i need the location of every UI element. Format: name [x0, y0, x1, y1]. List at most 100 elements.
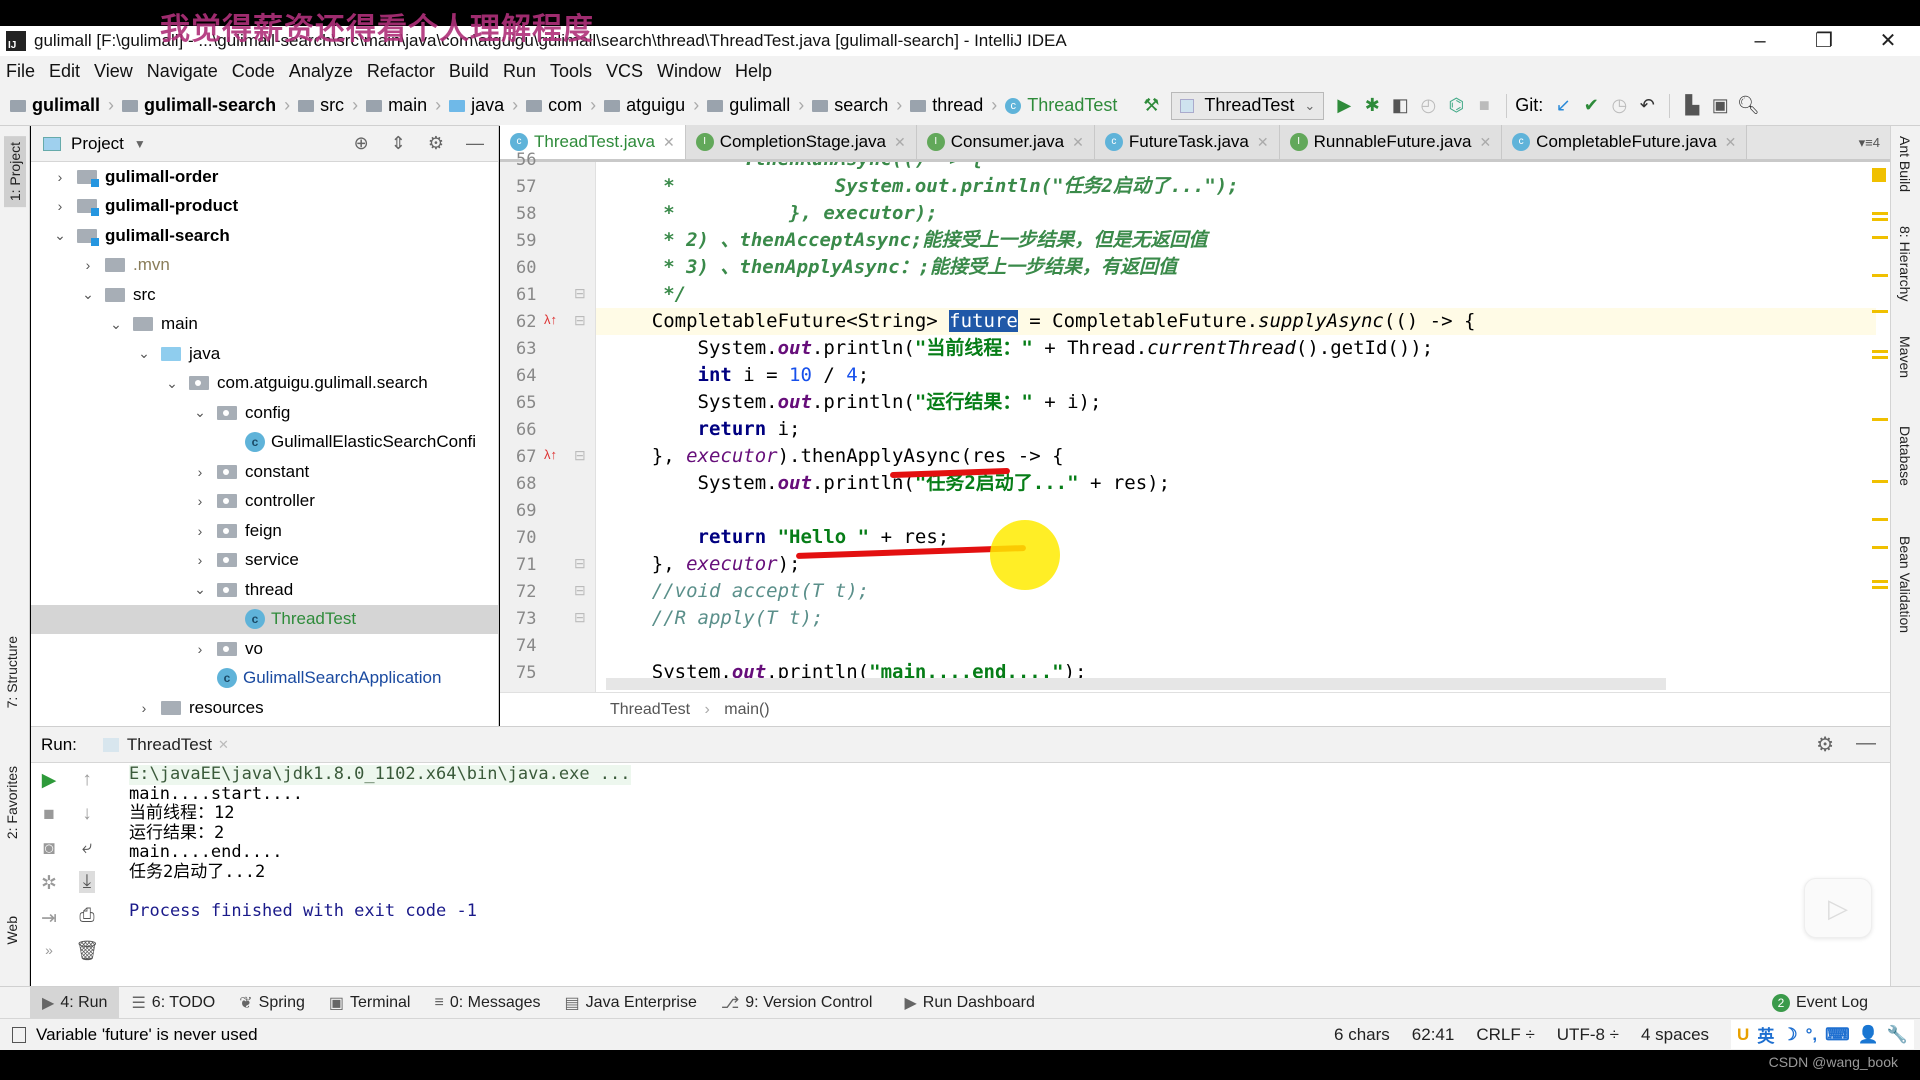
commit-icon[interactable]: ✔	[1577, 95, 1605, 116]
chevron-right-icon[interactable]: ›	[79, 257, 97, 273]
status-toggle-icon[interactable]	[12, 1026, 26, 1043]
tool-6-todo[interactable]: ☰ 6: TODO	[119, 987, 227, 1019]
locate-icon[interactable]: ⊕	[354, 133, 369, 154]
breadcrumb-item[interactable]: c ThreadTest	[1005, 95, 1117, 116]
tree-item[interactable]: ⌄ java	[31, 339, 498, 369]
trash-icon[interactable]: 🗑︎	[75, 939, 99, 963]
tree-item[interactable]: ⌄ com.atguigu.gulimall.search	[31, 369, 498, 399]
close-tab-icon[interactable]: ✕	[1725, 134, 1737, 151]
chevron-down-icon[interactable]: ⌄	[107, 316, 125, 333]
video-player-icon[interactable]: ▷	[1804, 878, 1872, 938]
right-tool-bean-validation[interactable]: Bean Validation	[1897, 536, 1913, 633]
language-icon[interactable]: 英	[1757, 1022, 1774, 1047]
up-arrow-icon[interactable]: ↑	[82, 769, 92, 791]
close-tab-icon[interactable]: ✕	[1257, 134, 1269, 151]
breadcrumb-item[interactable]: search ›	[812, 95, 902, 116]
update-icon[interactable]: ↙	[1549, 95, 1577, 116]
line-separator[interactable]: CRLF ÷	[1476, 1025, 1534, 1045]
tree-item[interactable]: › service	[31, 546, 498, 576]
close-button[interactable]: ✕	[1856, 26, 1920, 56]
gear-icon[interactable]: ⚙	[428, 133, 444, 154]
presentation-icon[interactable]: ▣	[1706, 95, 1734, 116]
dropdown-icon[interactable]: ▼	[134, 137, 146, 151]
fold-icon[interactable]: ⊟	[574, 312, 586, 329]
more-icon[interactable]: »	[45, 942, 53, 958]
down-arrow-icon[interactable]: ↓	[82, 803, 92, 825]
menu-file[interactable]: File	[6, 61, 35, 82]
file-encoding[interactable]: UTF-8 ÷	[1557, 1025, 1619, 1045]
tree-item[interactable]: › resources	[31, 693, 498, 723]
ime-logo-icon[interactable]: U	[1737, 1025, 1749, 1045]
chevron-down-icon[interactable]: ⌄	[191, 404, 209, 421]
breadcrumb-item[interactable]: com ›	[526, 95, 596, 116]
editor-tab[interactable]: I CompletionStage.java ✕	[685, 125, 917, 159]
rerun-icon[interactable]: ▶	[42, 769, 57, 792]
console-output[interactable]: E:\javaEE\java\jdk1.8.0_1102.x64\bin\jav…	[129, 764, 1890, 921]
close-tab-icon[interactable]: ✕	[894, 134, 906, 151]
tree-item[interactable]: ⌄ src	[31, 280, 498, 310]
menu-edit[interactable]: Edit	[49, 61, 80, 82]
chevron-right-icon[interactable]: ›	[135, 700, 153, 716]
tree-item[interactable]: c GulimallSearchApplication	[31, 664, 498, 694]
restore-button[interactable]: ❐	[1792, 26, 1856, 56]
fold-icon[interactable]: ⊟	[574, 609, 586, 626]
history-icon[interactable]: ◷	[1605, 95, 1633, 116]
menu-window[interactable]: Window	[657, 61, 721, 82]
tool-terminal[interactable]: ▣ Terminal	[317, 987, 423, 1019]
menu-code[interactable]: Code	[232, 61, 275, 82]
user-icon[interactable]: 👤	[1858, 1025, 1879, 1045]
moon-icon[interactable]: ☽	[1782, 1025, 1797, 1045]
tool-4-run[interactable]: ▶ 4: Run	[30, 986, 120, 1019]
gear-icon[interactable]: ⚙	[1816, 732, 1834, 757]
tree-item[interactable]: ⌄ thread	[31, 575, 498, 605]
tool-9-version-control[interactable]: ⎇ 9: Version Control	[709, 987, 885, 1019]
chevron-down-icon[interactable]: ⌄	[163, 375, 181, 392]
tree-item[interactable]: › constant	[31, 457, 498, 487]
tree-item[interactable]: › feign	[31, 516, 498, 546]
camera-icon[interactable]: ◙	[43, 838, 54, 860]
chevron-right-icon[interactable]: ›	[191, 552, 209, 568]
wrench-icon[interactable]: 🔧	[1887, 1025, 1908, 1045]
menu-analyze[interactable]: Analyze	[289, 61, 353, 82]
tree-item[interactable]: ⌄ config	[31, 398, 498, 428]
menu-view[interactable]: View	[94, 61, 133, 82]
breadcrumb-item[interactable]: atguigu ›	[604, 95, 699, 116]
stop-icon[interactable]: ■	[1470, 95, 1498, 116]
tool-0-messages[interactable]: ≡ 0: Messages	[422, 987, 552, 1019]
breadcrumb-item[interactable]: thread ›	[910, 95, 997, 116]
menu-refactor[interactable]: Refactor	[367, 61, 435, 82]
horizontal-scrollbar[interactable]	[606, 678, 1666, 690]
coverage-icon[interactable]: ◧	[1386, 95, 1414, 116]
tab-overflow-icon[interactable]: ▾≡4	[1849, 135, 1890, 159]
ime-toolbar[interactable]: U 英 ☽ °, ⌨ 👤 🔧	[1731, 1020, 1914, 1049]
chevron-right-icon[interactable]: ›	[191, 641, 209, 657]
right-tool-database[interactable]: Database	[1897, 426, 1913, 486]
run-config-select[interactable]: ThreadTest ⌄	[1171, 91, 1325, 120]
scroll-to-end-icon[interactable]: ⤓	[78, 871, 96, 893]
chevron-right-icon[interactable]: ›	[191, 464, 209, 480]
chevron-right-icon[interactable]: ›	[191, 493, 209, 509]
web-tool-tab[interactable]: Web	[4, 916, 20, 945]
caret-position[interactable]: 62:41	[1412, 1025, 1455, 1045]
chevron-right-icon[interactable]: ›	[51, 198, 69, 214]
project-tool-tab[interactable]: 1: Project	[4, 136, 26, 208]
editor-tab[interactable]: c FutureTask.java ✕	[1094, 125, 1280, 159]
tool-spring[interactable]: ❦ Spring	[227, 987, 317, 1019]
collapse-all-icon[interactable]: ⇕	[391, 133, 406, 154]
lambda-icon[interactable]: λ↑	[544, 447, 557, 462]
warning-indicator-icon[interactable]	[1872, 168, 1886, 182]
structure-tool-tab[interactable]: 7: Structure	[4, 636, 20, 708]
right-tool-ant-build[interactable]: Ant Build	[1897, 136, 1913, 192]
tree-item[interactable]: c ThreadTest	[31, 604, 498, 634]
print-icon[interactable]: ⎙	[79, 905, 94, 927]
project-structure-icon[interactable]: ▙	[1678, 95, 1706, 116]
editor-tab[interactable]: I Consumer.java ✕	[916, 125, 1095, 159]
chevron-right-icon[interactable]: ›	[191, 523, 209, 539]
fold-icon[interactable]: ⊟	[574, 582, 586, 599]
chevron-down-icon[interactable]: ⌄	[51, 227, 69, 244]
hammer-icon[interactable]: ⚒	[1137, 95, 1165, 116]
fold-icon[interactable]: ⊟	[574, 555, 586, 572]
run-tab[interactable]: ThreadTest ✕	[102, 735, 229, 755]
tree-item[interactable]: › vo	[31, 634, 498, 664]
close-tab-icon[interactable]: ✕	[1072, 134, 1084, 151]
